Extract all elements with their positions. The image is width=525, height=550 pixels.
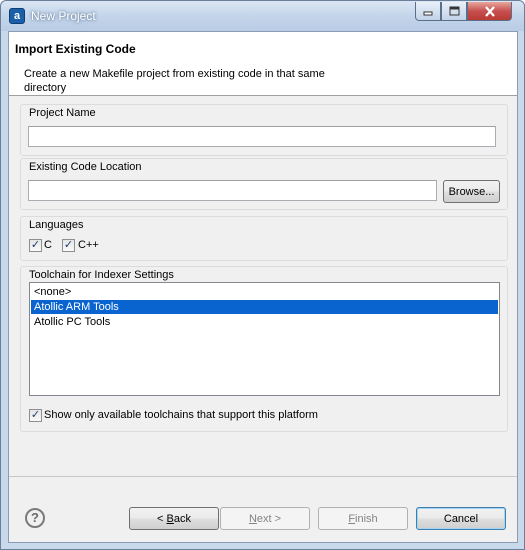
- check-icon: ✓: [30, 239, 41, 251]
- question-mark-icon: ?: [31, 510, 39, 525]
- maximize-icon: [449, 6, 459, 16]
- new-project-window: a New Project Import Existing Code Creat…: [0, 0, 525, 550]
- back-button[interactable]: < Back: [129, 507, 219, 530]
- cancel-button[interactable]: Cancel: [416, 507, 506, 530]
- app-logo-icon: a: [9, 8, 25, 24]
- toolchain-item-atollic-arm[interactable]: Atollic ARM Tools: [31, 300, 498, 314]
- c-checkbox[interactable]: ✓: [29, 239, 42, 252]
- minimize-icon: [423, 11, 433, 16]
- finish-label-rest: inish: [355, 512, 378, 525]
- next-label-rest: ext >: [256, 512, 282, 525]
- toolchain-list[interactable]: <none> Atollic ARM Tools Atollic PC Tool…: [29, 282, 500, 396]
- browse-button[interactable]: Browse...: [443, 180, 500, 203]
- next-label-mnemonic: N: [248, 512, 257, 525]
- close-button[interactable]: [467, 2, 512, 21]
- back-label-prefix: <: [157, 512, 167, 525]
- minimize-button[interactable]: [415, 2, 441, 21]
- languages-label: Languages: [29, 219, 84, 231]
- toolchain-label: Toolchain for Indexer Settings: [29, 269, 174, 281]
- finish-button[interactable]: Finish: [318, 507, 408, 530]
- maximize-button[interactable]: [441, 2, 467, 21]
- filter-toolchains-checkbox[interactable]: ✓: [29, 409, 42, 422]
- cpp-label: C++: [78, 239, 99, 251]
- toolchain-group: Toolchain for Indexer Settings <none> At…: [20, 266, 508, 432]
- c-label: C: [44, 239, 52, 251]
- dialog-content: Import Existing Code Create a new Makefi…: [8, 31, 518, 543]
- help-button[interactable]: ?: [25, 508, 45, 528]
- back-label-mnemonic: B: [166, 512, 174, 525]
- code-location-group: Existing Code Location Browse...: [20, 158, 508, 210]
- project-name-label: Project Name: [29, 107, 96, 119]
- wizard-header: Import Existing Code Create a new Makefi…: [9, 32, 517, 96]
- page-title: Import Existing Code: [15, 42, 136, 56]
- code-location-input[interactable]: [28, 180, 437, 201]
- toolchain-item-none[interactable]: <none>: [31, 285, 498, 299]
- next-button[interactable]: Next >: [220, 507, 310, 530]
- toolchain-item-atollic-pc[interactable]: Atollic PC Tools: [31, 315, 498, 329]
- title-bar[interactable]: a New Project: [1, 1, 524, 31]
- back-label-rest: ack: [173, 512, 191, 525]
- languages-group: Languages ✓ C ✓ C++: [20, 216, 508, 261]
- check-icon: ✓: [30, 409, 41, 421]
- project-name-group: Project Name: [20, 104, 508, 156]
- close-icon: [484, 5, 495, 17]
- footer-divider: [9, 476, 517, 477]
- project-name-input[interactable]: [28, 126, 496, 147]
- code-location-label: Existing Code Location: [29, 161, 142, 173]
- cpp-checkbox[interactable]: ✓: [62, 239, 75, 252]
- finish-label-mnemonic: F: [348, 512, 356, 525]
- window-title: New Project: [31, 9, 96, 23]
- filter-toolchains-label: Show only available toolchains that supp…: [44, 409, 318, 421]
- check-icon: ✓: [63, 239, 74, 251]
- page-description: Create a new Makefile project from exist…: [24, 68, 325, 94]
